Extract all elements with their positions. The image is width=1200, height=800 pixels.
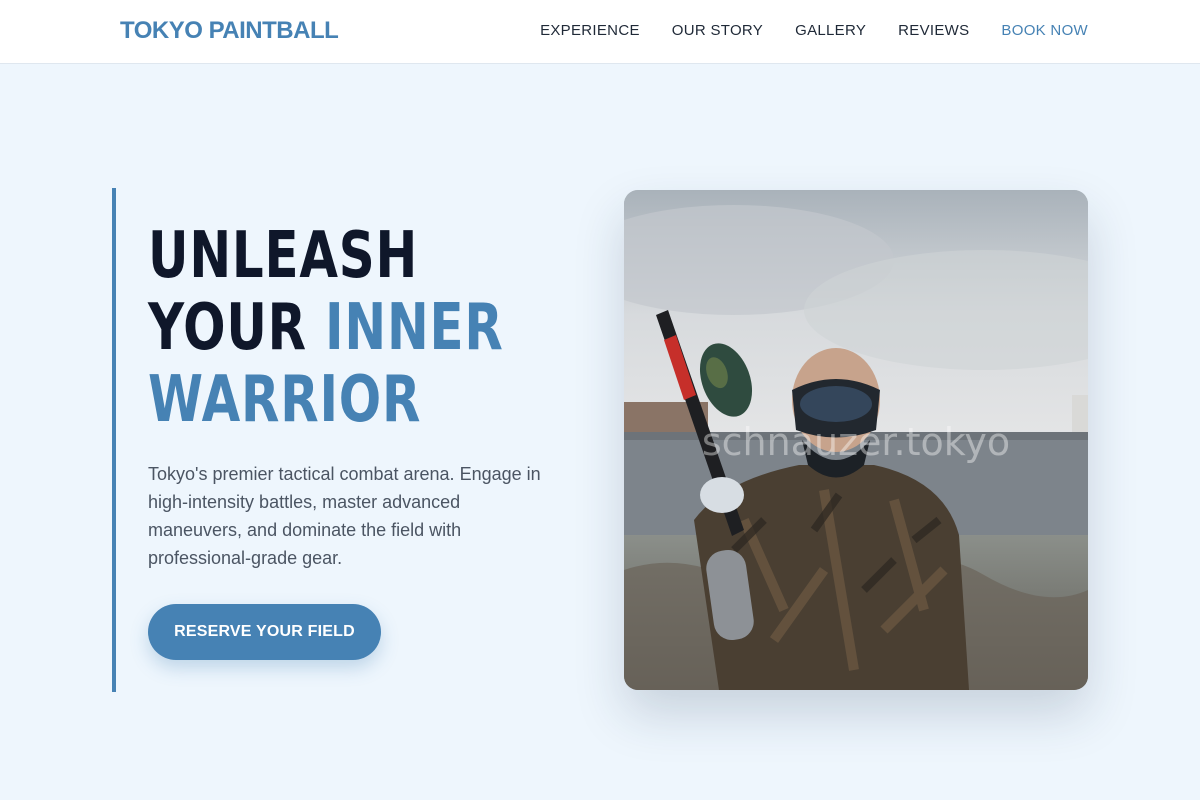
- glove: [700, 477, 744, 513]
- accent-bar: [112, 188, 116, 692]
- brand-logo[interactable]: TOKYO PAINTBALL: [120, 17, 339, 45]
- headline-line-3: WARRIOR: [148, 363, 422, 437]
- hero-photo: schnauzer.tokyo: [624, 190, 1088, 690]
- reserve-field-button[interactable]: RESERVE YOUR FIELD: [148, 604, 381, 660]
- hero-description: Tokyo's premier tactical combat arena. E…: [148, 464, 541, 568]
- nav-reviews[interactable]: REVIEWS: [898, 22, 969, 39]
- main-nav: EXPERIENCE OUR STORY GALLERY REVIEWS BOO…: [540, 22, 1088, 39]
- headline-line-2b: INNER: [325, 291, 504, 365]
- nav-book-now[interactable]: BOOK NOW: [1001, 22, 1088, 39]
- headline-line-2a: YOUR: [148, 291, 307, 365]
- nav-experience[interactable]: EXPERIENCE: [540, 22, 640, 39]
- hero-section: UNLEASH YOUR INNER WARRIOR Tokyo's premi…: [0, 65, 1200, 800]
- photo-watermark: schnauzer.tokyo: [702, 420, 1010, 464]
- nav-our-story[interactable]: OUR STORY: [672, 22, 763, 39]
- headline-line-1: UNLEASH: [148, 219, 419, 293]
- nav-gallery[interactable]: GALLERY: [795, 22, 866, 39]
- site-header: TOKYO PAINTBALL EXPERIENCE OUR STORY GAL…: [0, 0, 1200, 64]
- hero-headline: UNLEASH YOUR INNER WARRIOR: [148, 220, 504, 436]
